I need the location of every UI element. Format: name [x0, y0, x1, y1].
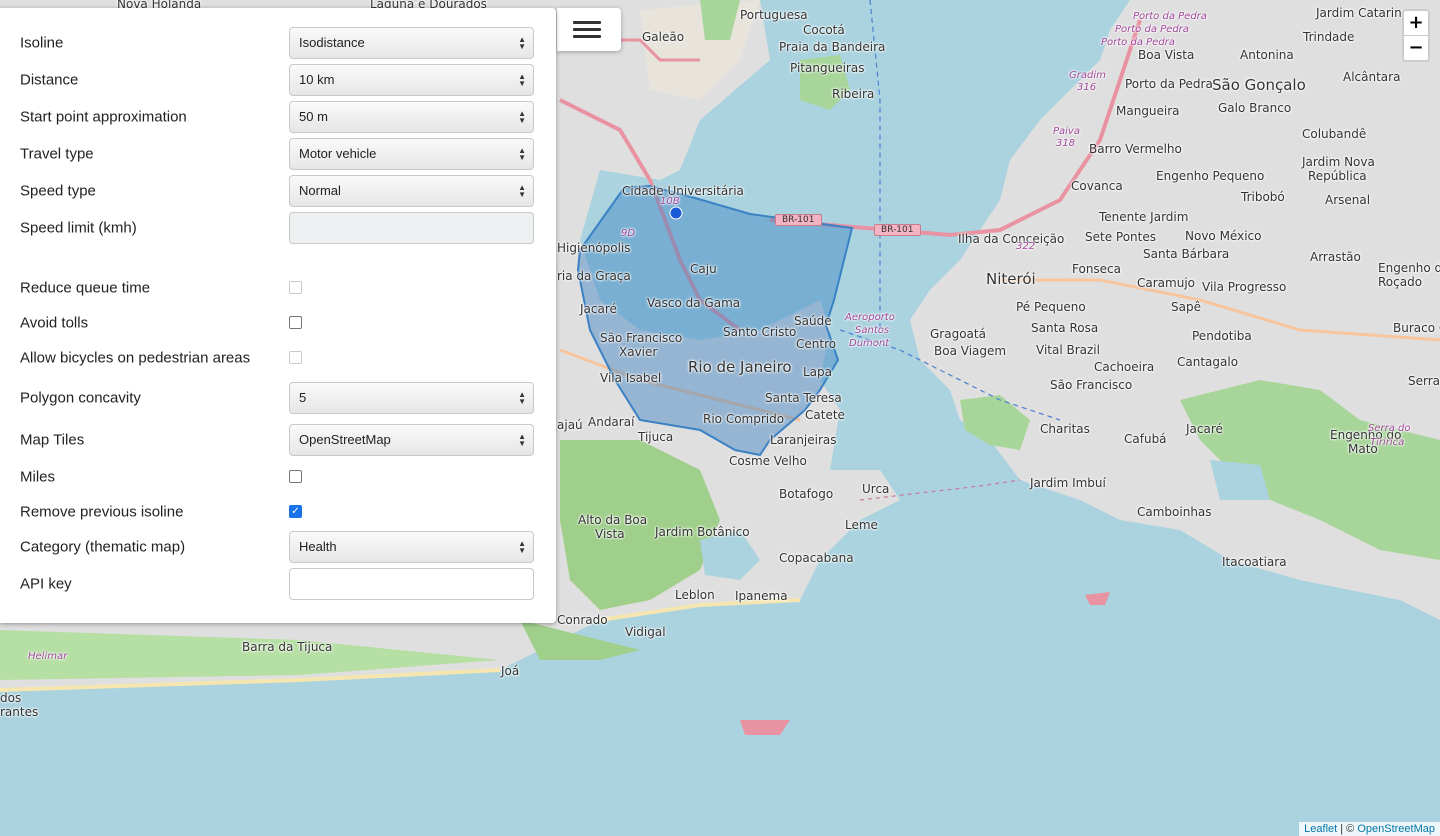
avoid-tolls-row: Avoid tolls — [20, 307, 534, 339]
select-arrows-icon: ▲ ▼ — [518, 539, 526, 555]
allow-bicycles-checkbox[interactable] — [289, 351, 302, 364]
leaflet-link[interactable]: Leaflet — [1304, 823, 1337, 835]
miles-checkbox[interactable] — [289, 470, 302, 483]
miles-row: Miles — [20, 461, 534, 493]
speed-type-row: Speed type Normal ▲ ▼ — [20, 175, 534, 207]
speed-type-value: Normal — [299, 183, 341, 198]
category-label: Category (thematic map) — [20, 538, 186, 556]
isoline-row: Isoline Isodistance ▲ ▼ — [20, 27, 534, 59]
polygon-concavity-select[interactable]: 5 ▲ ▼ — [289, 382, 534, 414]
travel-type-select[interactable]: Motor vehicle ▲ ▼ — [289, 138, 534, 170]
polygon-concavity-value: 5 — [299, 390, 307, 405]
select-arrows-icon: ▲ ▼ — [518, 183, 526, 199]
speed-limit-input[interactable] — [289, 212, 534, 244]
speed-limit-row: Speed limit (kmh) — [20, 212, 534, 244]
zoom-out-button[interactable]: − — [1404, 35, 1428, 60]
speed-limit-label: Speed limit (kmh) — [20, 219, 137, 237]
remove-previous-row: Remove previous isoline ✓ — [20, 496, 534, 528]
select-arrows-icon: ▲ ▼ — [518, 109, 526, 125]
zoom-in-button[interactable]: + — [1404, 11, 1428, 35]
isoline-label: Isoline — [20, 34, 64, 52]
distance-label: Distance — [20, 71, 79, 89]
map-tiles-select[interactable]: OpenStreetMap ▲ ▼ — [289, 424, 534, 456]
polygon-concavity-row: Polygon concavity 5 ▲ ▼ — [20, 382, 534, 414]
avoid-tolls-checkbox[interactable] — [289, 316, 302, 329]
island-2 — [1085, 592, 1110, 605]
road-shield: BR-101 — [775, 214, 822, 226]
travel-type-value: Motor vehicle — [299, 146, 377, 161]
start-point-row: Start point approximation 50 m ▲ ▼ — [20, 101, 534, 133]
osm-link[interactable]: OpenStreetMap — [1357, 823, 1435, 835]
isoline-select[interactable]: Isodistance ▲ ▼ — [289, 27, 534, 59]
reduce-queue-label: Reduce queue time — [20, 279, 151, 297]
speed-type-label: Speed type — [20, 182, 96, 200]
distance-row: Distance 10 km ▲ ▼ — [20, 64, 534, 96]
select-arrows-icon: ▲ ▼ — [518, 72, 526, 88]
miles-label: Miles — [20, 468, 56, 486]
zoom-control: + − — [1402, 9, 1430, 62]
allow-bicycles-row: Allow bicycles on pedestrian areas — [20, 342, 534, 374]
island-1 — [740, 720, 790, 735]
map-tiles-label: Map Tiles — [20, 431, 85, 449]
select-arrows-icon: ▲ ▼ — [518, 146, 526, 162]
reduce-queue-checkbox[interactable] — [289, 281, 302, 294]
api-key-row: API key — [20, 568, 534, 600]
category-row: Category (thematic map) Health ▲ ▼ — [20, 531, 534, 563]
menu-toggle-button[interactable] — [557, 8, 621, 51]
attribution-separator: | © — [1337, 823, 1358, 835]
hamburger-icon — [573, 21, 601, 42]
remove-previous-label: Remove previous isoline — [20, 503, 184, 521]
select-arrows-icon: ▲ ▼ — [518, 35, 526, 51]
start-point-select[interactable]: 50 m ▲ ▼ — [289, 101, 534, 133]
distance-value: 10 km — [299, 72, 335, 87]
select-arrows-icon: ▲ ▼ — [518, 432, 526, 448]
map-attribution: Leaflet | © OpenStreetMap — [1299, 822, 1440, 836]
category-select[interactable]: Health ▲ ▼ — [289, 531, 534, 563]
start-point-marker[interactable] — [669, 206, 683, 220]
reduce-queue-row: Reduce queue time — [20, 272, 534, 304]
isoline-value: Isodistance — [299, 35, 365, 50]
category-value: Health — [299, 539, 337, 554]
land-governador — [640, 0, 760, 100]
road-shield: BR-101 — [874, 224, 921, 236]
avoid-tolls-label: Avoid tolls — [20, 314, 89, 332]
allow-bicycles-label: Allow bicycles on pedestrian areas — [20, 349, 251, 367]
ferry-line-1 — [869, 0, 881, 330]
distance-select[interactable]: 10 km ▲ ▼ — [289, 64, 534, 96]
select-arrows-icon: ▲ ▼ — [518, 390, 526, 406]
start-point-value: 50 m — [299, 109, 328, 124]
speed-type-select[interactable]: Normal ▲ ▼ — [289, 175, 534, 207]
remove-previous-checkbox[interactable]: ✓ — [289, 505, 302, 518]
settings-panel: Isoline Isodistance ▲ ▼ Distance 10 km ▲ ▼ S… — [0, 8, 556, 623]
travel-type-label: Travel type — [20, 145, 94, 163]
forest-governador — [800, 55, 850, 110]
polygon-concavity-label: Polygon concavity — [20, 389, 141, 407]
api-key-input[interactable] — [289, 568, 534, 600]
map-tiles-row: Map Tiles OpenStreetMap ▲ ▼ — [20, 424, 534, 456]
api-key-label: API key — [20, 575, 72, 593]
travel-type-row: Travel type Motor vehicle ▲ ▼ — [20, 138, 534, 170]
start-point-label: Start point approximation — [20, 108, 187, 126]
map-tiles-value: OpenStreetMap — [299, 432, 391, 447]
